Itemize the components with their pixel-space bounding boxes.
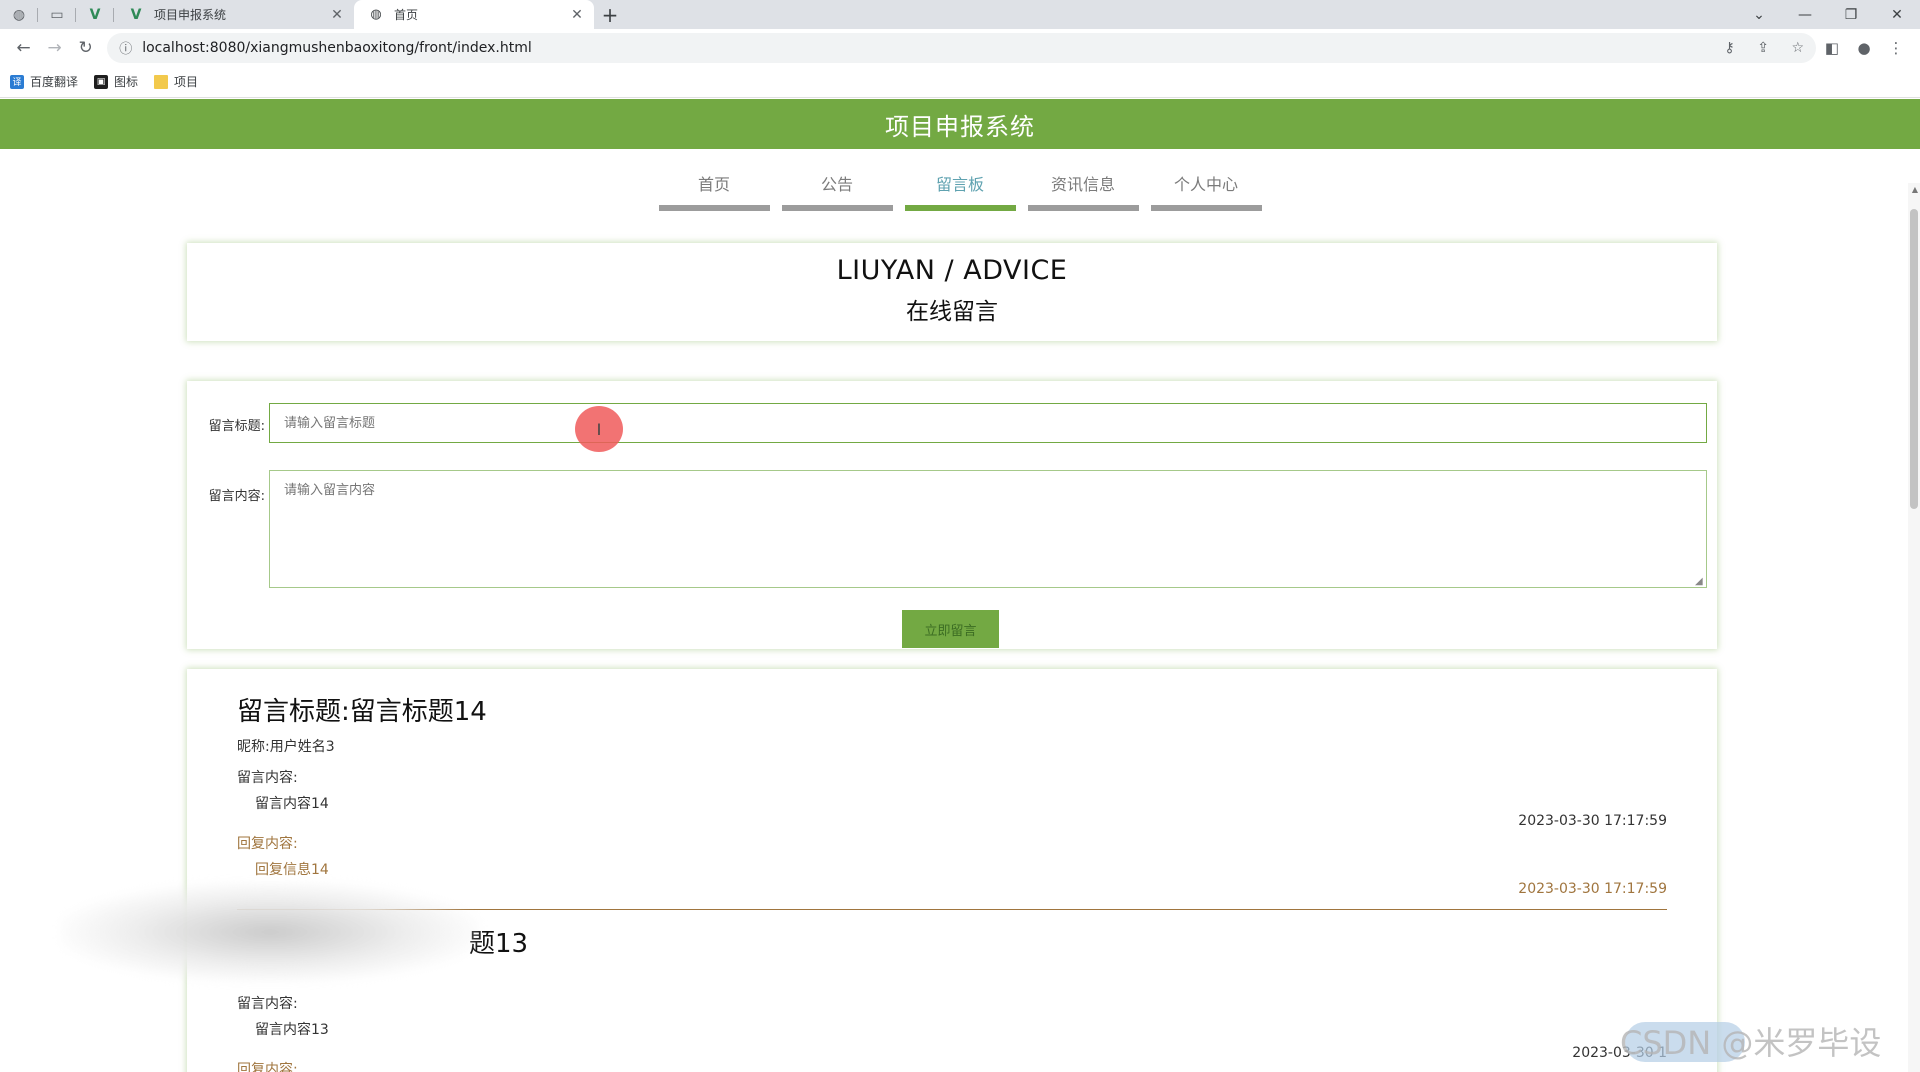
bookmark-label: 百度翻译 bbox=[30, 75, 79, 89]
profile-icon[interactable]: ● bbox=[1848, 39, 1880, 57]
reply-label: 回复内容: bbox=[237, 1062, 298, 1072]
globe-icon: ◍ bbox=[370, 7, 382, 22]
scrollbar-thumb[interactable] bbox=[1910, 209, 1918, 509]
restore-button[interactable]: ❐ bbox=[1828, 7, 1874, 23]
window-controls: ⌄ — ❐ ✕ bbox=[1736, 0, 1920, 29]
content-label: 留言内容: bbox=[208, 489, 265, 504]
back-button[interactable]: ← bbox=[8, 32, 39, 64]
browser-tab-home[interactable]: ◍ 首页 ✕ bbox=[354, 0, 594, 29]
tab-title: 首页 bbox=[394, 8, 419, 22]
tab-title: 项目申报系统 bbox=[154, 8, 227, 22]
message-item: 留言标题:留言标题14 昵称:用户姓名3 留言内容: 留言内容14 2023-0… bbox=[237, 691, 1667, 897]
nav-news[interactable]: 资讯信息 bbox=[1027, 165, 1139, 211]
site-header: 项目申报系统 bbox=[0, 99, 1920, 149]
message-title: 留言标题:留言标题14 bbox=[237, 697, 487, 727]
reload-button[interactable]: ↻ bbox=[70, 32, 101, 64]
message-content: 留言内容13 bbox=[255, 1022, 329, 1038]
site-title: 项目申报系统 bbox=[885, 112, 1035, 141]
forward-button[interactable]: → bbox=[39, 32, 70, 64]
bookmark-icons[interactable]: ▣ 图标 bbox=[94, 73, 138, 90]
mouse-cursor-indicator: Ⅰ bbox=[575, 406, 623, 452]
translate-icon: 译 bbox=[10, 74, 24, 89]
blank-page-icon: ▭ bbox=[50, 6, 64, 23]
key-icon[interactable]: ⚷ bbox=[1725, 40, 1735, 56]
message-content-input[interactable] bbox=[269, 470, 1707, 588]
bookmark-project-folder[interactable]: 项目 bbox=[154, 73, 198, 90]
bookmark-label: 项目 bbox=[174, 75, 199, 89]
message-form: 留言标题: Ⅰ 留言内容: ◢ 立即留言 bbox=[187, 381, 1717, 649]
address-bar: ← → ↻ ⓘ localhost:8080/xiangmushenbaoxit… bbox=[0, 29, 1920, 66]
nav-home[interactable]: 首页 bbox=[658, 165, 770, 211]
info-icon[interactable]: ⓘ bbox=[119, 38, 132, 57]
board-title-card: LIUYAN / ADVICE 在线留言 bbox=[187, 243, 1717, 341]
url-text[interactable]: localhost:8080/xiangmushenbaoxitong/fron… bbox=[142, 40, 1706, 56]
image-icon: ▣ bbox=[94, 74, 109, 89]
bookmarks-bar: 译 百度翻译 ▣ 图标 项目 bbox=[0, 66, 1920, 98]
nav-message-board[interactable]: 留言板 bbox=[904, 165, 1016, 211]
browser-tab-bar: ◍ ▭ V V 项目申报系统 ✕ ◍ 首页 ✕ + ⌄ — ❐ ✕ bbox=[0, 0, 1920, 29]
close-window-button[interactable]: ✕ bbox=[1874, 7, 1920, 23]
title-label: 留言标题: bbox=[208, 419, 265, 434]
message-list: 留言标题:留言标题14 昵称:用户姓名3 留言内容: 留言内容14 2023-0… bbox=[187, 669, 1717, 1072]
nav-personal-center[interactable]: 个人中心 bbox=[1150, 165, 1262, 211]
close-icon[interactable]: ✕ bbox=[328, 7, 346, 23]
globe-icon: ◍ bbox=[12, 6, 26, 23]
menu-icon[interactable]: ⋮ bbox=[1880, 39, 1912, 57]
message-content: 留言内容14 bbox=[255, 796, 329, 812]
content-row: 留言内容: bbox=[187, 485, 269, 504]
reply-content: 回复信息14 bbox=[255, 862, 329, 878]
message-content-label: 留言内容: bbox=[237, 770, 298, 786]
pinned-tab-blank[interactable]: ▭ bbox=[38, 0, 76, 29]
new-tab-button[interactable]: + bbox=[594, 0, 626, 29]
title-row: 留言标题: bbox=[187, 415, 269, 434]
board-title-en: LIUYAN / ADVICE bbox=[836, 255, 1068, 286]
reply-label: 回复内容: bbox=[237, 836, 298, 852]
close-icon[interactable]: ✕ bbox=[568, 7, 586, 23]
browser-tab-project[interactable]: V 项目申报系统 ✕ bbox=[114, 0, 354, 29]
nav-notice[interactable]: 公告 bbox=[781, 165, 893, 211]
scroll-up-icon[interactable]: ▲ bbox=[1912, 185, 1918, 194]
tab-search-icon[interactable]: ⌄ bbox=[1736, 7, 1782, 23]
message-content-label: 留言内容: bbox=[237, 996, 298, 1012]
board-title-cn: 在线留言 bbox=[906, 299, 998, 325]
folder-icon bbox=[154, 74, 169, 89]
message-time: 2023-03-30 17:17:59 bbox=[1518, 813, 1667, 829]
omnibox[interactable]: ⓘ localhost:8080/xiangmushenbaoxitong/fr… bbox=[107, 32, 1817, 63]
resize-grip-icon[interactable]: ◢ bbox=[1695, 576, 1703, 587]
watermark: CSDN @米罗毕设 bbox=[1620, 1024, 1882, 1062]
vue-icon: V bbox=[89, 6, 101, 23]
pinned-tab-globe[interactable]: ◍ bbox=[0, 0, 38, 29]
minimize-button[interactable]: — bbox=[1782, 7, 1828, 23]
pinned-tab-vue[interactable]: V bbox=[76, 0, 114, 29]
submit-message-button[interactable]: 立即留言 bbox=[902, 610, 999, 648]
reply-time: 2023-03-30 17:17:59 bbox=[1518, 881, 1667, 897]
share-icon[interactable]: ⇪ bbox=[1757, 40, 1769, 56]
text-cursor-icon: Ⅰ bbox=[596, 419, 602, 439]
vue-icon: V bbox=[130, 6, 142, 23]
star-icon[interactable]: ☆ bbox=[1791, 40, 1804, 56]
message-nickname: 昵称:用户姓名3 bbox=[237, 739, 335, 755]
blurred-region bbox=[60, 882, 480, 982]
bookmark-baidu-translate[interactable]: 译 百度翻译 bbox=[10, 73, 78, 90]
bookmark-label: 图标 bbox=[114, 75, 139, 89]
main-nav: 首页 公告 留言板 资讯信息 个人中心 bbox=[0, 165, 1920, 211]
side-panel-icon[interactable]: ◧ bbox=[1816, 39, 1848, 57]
message-title-input[interactable] bbox=[269, 403, 1707, 443]
